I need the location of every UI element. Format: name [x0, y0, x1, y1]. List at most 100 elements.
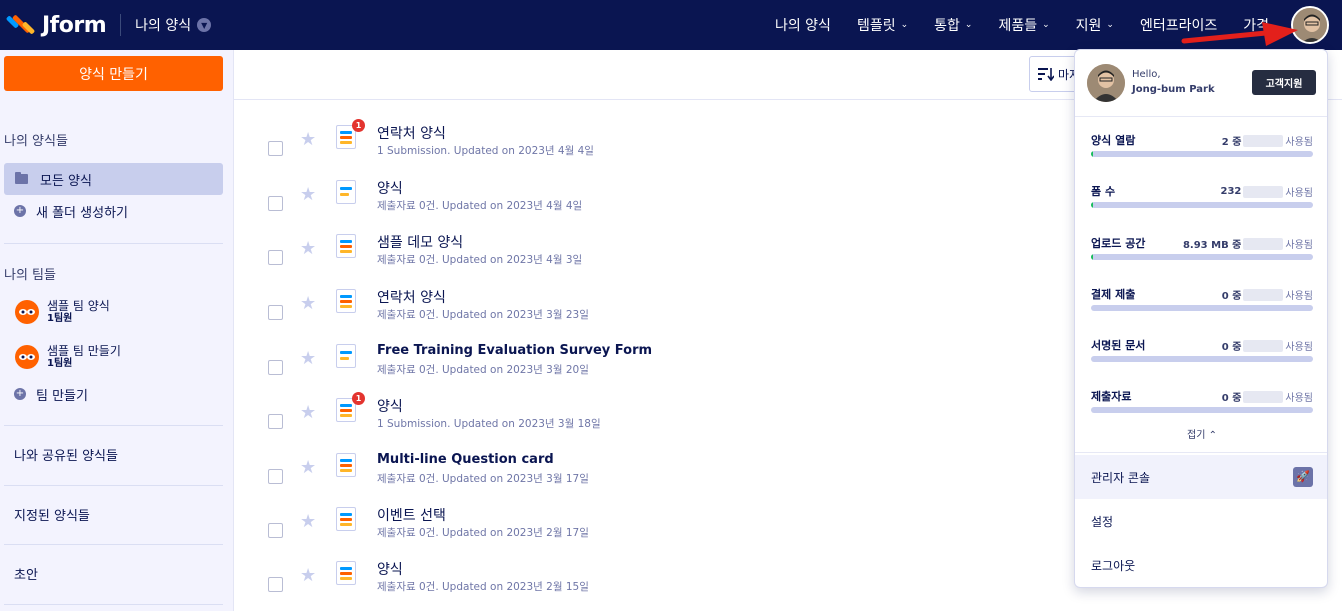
nav-integrations[interactable]: 통합 ⌄	[934, 15, 972, 35]
sidebar-item-label: 나와 공유된 양식들	[14, 448, 118, 464]
star-icon[interactable]: ★	[300, 348, 316, 369]
star-icon[interactable]: ★	[300, 184, 316, 205]
star-icon[interactable]: ★	[300, 129, 316, 150]
sidebar-item-team[interactable]: 샘플 팀 만들기 1팀원	[4, 340, 223, 374]
form-meta: 제출자료 0건. Updated on 2023년 3월 23일	[377, 309, 589, 321]
form-list-item[interactable]: ★ 양식 제출자료 0건. Updated on 2023년 2월 15일	[234, 559, 1074, 611]
my-teams-heading: 나의 팀들	[4, 268, 56, 283]
create-form-button[interactable]: 양식 만들기	[4, 56, 223, 91]
star-icon[interactable]: ★	[300, 238, 316, 259]
nav-my-forms[interactable]: 나의 양식	[775, 15, 831, 35]
chevron-down-icon: ⌄	[1106, 20, 1114, 30]
settings-link[interactable]: 설정	[1075, 499, 1327, 543]
team-name: 샘플 팀 만들기	[47, 344, 121, 358]
usage-label: 서명된 문서	[1091, 339, 1146, 352]
nav-products[interactable]: 제품들 ⌄	[998, 15, 1049, 35]
usage-label: 결제 제출	[1091, 288, 1136, 301]
settings-label: 설정	[1091, 514, 1114, 529]
support-button[interactable]: 고객지원	[1252, 70, 1316, 95]
form-list-item[interactable]: ★ 연락처 양식제출자료 0건. Updated on 2023년 3월 23일	[234, 287, 1074, 341]
form-list-item[interactable]: ★ 1 양식 1 Submission. Updated on 2023년 3월 18…	[234, 392, 1074, 450]
collapse-toggle[interactable]: 접기 ⌃	[1075, 426, 1327, 441]
form-list-item[interactable]: ★ Multi-line Question card 제출자료 0건. Update…	[234, 451, 1074, 505]
usage-unit: 사용됨	[1285, 291, 1313, 302]
sidebar-item-assigned-forms[interactable]: 지정된 양식들	[4, 498, 223, 530]
star-icon[interactable]: ★	[300, 293, 316, 314]
select-checkbox[interactable]	[268, 304, 283, 320]
chevron-down-icon: ⌄	[900, 20, 909, 30]
usage-progress-bar	[1091, 407, 1313, 413]
form-icon	[336, 561, 356, 585]
usage-progress-fill	[1091, 151, 1094, 157]
sidebar-item-all-forms[interactable]: 모든 양식	[4, 163, 223, 195]
sidebar-item-label: 지정된 양식들	[14, 508, 90, 524]
usage-label: 제출자료	[1091, 390, 1132, 403]
select-checkbox[interactable]	[268, 359, 283, 375]
plus-circle-icon: +	[14, 388, 26, 400]
redacted-limit	[1243, 390, 1284, 403]
form-list-item[interactable]: ★ 이벤트 선택 제출자료 0건. Updated on 2023년 2월 17일	[234, 505, 1074, 559]
select-checkbox[interactable]	[268, 468, 283, 484]
usage-amount: 0 중	[1221, 342, 1242, 353]
select-checkbox[interactable]	[268, 413, 283, 429]
sidebar-item-label: 모든 양식	[40, 173, 92, 189]
team-icon	[15, 300, 39, 324]
jform-logo[interactable]: Jform	[5, 13, 107, 38]
usage-label: 양식 열람	[1091, 134, 1136, 147]
select-checkbox[interactable]	[268, 249, 283, 265]
select-checkbox[interactable]	[268, 140, 283, 156]
form-title[interactable]: 양식	[377, 396, 403, 416]
nav-templates[interactable]: 템플릿 ⌄	[857, 15, 908, 35]
sidebar-divider	[4, 243, 223, 244]
form-list-item[interactable]: ★ 양식 제출자료 0건. Updated on 2023년 4월 4일	[234, 178, 1074, 232]
usage-value: 0 중 사용됨	[1222, 287, 1313, 302]
select-checkbox[interactable]	[268, 522, 283, 538]
form-title[interactable]: 이벤트 선택	[377, 505, 446, 525]
my-forms-dropdown[interactable]: 나의 양식 ▼	[135, 15, 212, 35]
admin-console-link[interactable]: 관리자 콘솔 🚀	[1075, 455, 1327, 499]
sidebar-item-team[interactable]: 샘플 팀 양식 1팀원	[4, 295, 223, 329]
form-title[interactable]: 양식	[377, 178, 403, 198]
usage-unit: 사용됨	[1285, 188, 1313, 199]
sort-icon	[1038, 68, 1054, 81]
logout-link[interactable]: 로그아웃	[1075, 543, 1327, 587]
form-icon	[336, 453, 356, 477]
form-meta: 제출자료 0건. Updated on 2023년 4월 3일	[377, 254, 583, 266]
sidebar-item-shared-forms[interactable]: 나와 공유된 양식들	[4, 438, 223, 470]
form-title[interactable]: 연락처 양식	[377, 123, 446, 143]
sidebar-item-label: 새 폴더 생성하기	[36, 205, 128, 221]
user-name: Jong-bum Park	[1132, 84, 1215, 95]
form-icon	[336, 289, 356, 313]
form-title[interactable]: 샘플 데모 양식	[377, 232, 463, 252]
form-meta: 1 Submission. Updated on 2023년 4월 4일	[377, 145, 594, 157]
form-list-item[interactable]: ★ 샘플 데모 양식제출자료 0건. Updated on 2023년 4월 3일	[234, 232, 1074, 286]
star-icon[interactable]: ★	[300, 457, 316, 478]
select-checkbox[interactable]	[268, 576, 283, 592]
sidebar-item-new-folder[interactable]: + 새 폴더 생성하기	[4, 195, 223, 227]
usage-amount: 2 중	[1221, 137, 1242, 148]
star-icon[interactable]: ★	[300, 565, 316, 586]
usage-meter: 서명된 문서 0 중 사용됨	[1091, 337, 1313, 377]
form-title[interactable]: Free Training Evaluation Survey Form	[377, 343, 652, 358]
form-icon	[336, 234, 356, 258]
sidebar-item-create-team[interactable]: + 팀 만들기	[4, 378, 223, 410]
form-title[interactable]: 양식	[377, 559, 403, 579]
account-header: Hello, Jong-bum Park 고객지원	[1075, 50, 1327, 112]
form-title[interactable]: Multi-line Question card	[377, 452, 554, 467]
sidebar-item-drafts[interactable]: 초안	[4, 557, 223, 589]
team-member-count: 1팀원	[47, 313, 73, 324]
nav-support[interactable]: 지원 ⌄	[1076, 15, 1114, 35]
sidebar-divider	[4, 544, 223, 545]
form-list-item[interactable]: ★ 1 연락처 양식 1 Submission. Updated on 2023년 4…	[234, 119, 1074, 177]
star-icon[interactable]: ★	[300, 402, 316, 423]
submission-badge: 1	[352, 392, 365, 405]
redacted-limit	[1243, 339, 1284, 352]
star-icon[interactable]: ★	[300, 511, 316, 532]
panel-divider	[1075, 452, 1327, 453]
usage-unit: 사용됨	[1285, 393, 1313, 404]
form-list-item[interactable]: ★ Free Training Evaluation Survey Form 제출자…	[234, 342, 1074, 396]
form-title[interactable]: 연락처 양식	[377, 287, 446, 307]
usage-amount: 8.93 MB 중	[1182, 240, 1242, 251]
select-checkbox[interactable]	[268, 195, 283, 211]
usage-meter: 업로드 공간 8.93 MB 중 사용됨	[1091, 235, 1313, 275]
